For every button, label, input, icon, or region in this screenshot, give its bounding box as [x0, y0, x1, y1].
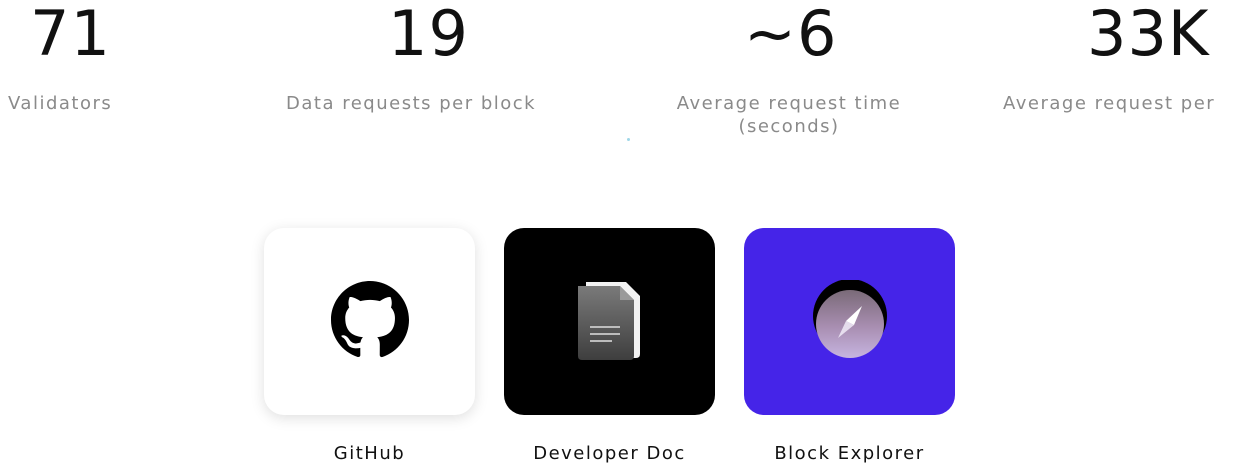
stat-label-line: Data requests per block: [286, 93, 537, 114]
developer-doc-link-card[interactable]: [504, 228, 715, 415]
stat-data-requests-value: 19: [388, 0, 469, 70]
stat-request-time-value: ~6: [744, 0, 838, 70]
stat-label-line: Validators: [8, 93, 113, 114]
stat-label-line: Average request time: [676, 93, 902, 114]
block-explorer-link-label[interactable]: Block Explorer: [744, 443, 955, 464]
developer-doc-link-label[interactable]: Developer Doc: [504, 443, 715, 464]
stat-validators-label: Validators: [8, 92, 112, 115]
stat-average-requests-label: Average request per: [1003, 92, 1215, 115]
stat-label-line: (seconds): [738, 116, 840, 137]
github-link-card[interactable]: [264, 228, 475, 415]
stat-average-requests-value: 33K: [1087, 0, 1210, 70]
decorative-dot: [627, 138, 630, 141]
stat-label-line: Average request per: [1003, 93, 1216, 114]
stats-and-links-page: 71 Validators 19 Data requests per block…: [0, 0, 1255, 466]
stat-validators-value: 71: [30, 0, 111, 70]
stat-data-requests-label: Data requests per block: [286, 92, 536, 115]
github-link-label[interactable]: GitHub: [264, 443, 475, 464]
github-icon: [330, 280, 409, 363]
stat-request-time-label: Average request time (seconds): [661, 92, 917, 138]
compass-icon: [810, 278, 890, 364]
block-explorer-link-card[interactable]: [744, 228, 955, 415]
document-icon: [568, 278, 652, 366]
